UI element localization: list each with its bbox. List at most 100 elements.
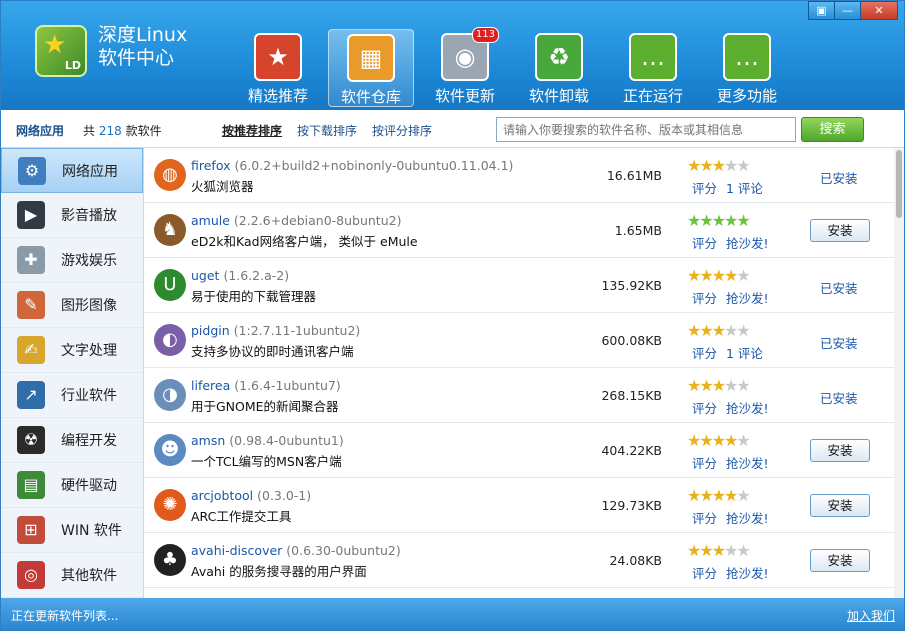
scrollbar-thumb[interactable] xyxy=(896,150,902,218)
sidebar-item-label: 网络应用 xyxy=(62,163,118,180)
sidebar-item-label: 图形图像 xyxy=(61,298,117,314)
app-name-link[interactable]: pidgin (1:2.7.11-1ubuntu2) xyxy=(191,323,360,338)
star-icon: ★ xyxy=(711,321,726,340)
sidebar-item-9[interactable]: ◎ 其他软件 xyxy=(1,553,143,598)
star-icon: ★ xyxy=(711,156,726,175)
sidebar-item-8[interactable]: ⊞ WIN 软件 xyxy=(1,508,143,553)
comment-link[interactable]: 抢沙发! xyxy=(726,453,769,472)
rate-link[interactable]: 评分 xyxy=(692,563,717,582)
rate-link[interactable]: 评分 xyxy=(692,288,717,307)
star-icon: ★ xyxy=(687,541,701,560)
nav-item-2[interactable]: ◉ 113 软件更新 xyxy=(422,27,508,107)
sidebar-item-5[interactable]: ↗ 行业软件 xyxy=(1,373,143,418)
app-name-link[interactable]: firefox (6.0.2+build2+nobinonly-0ubuntu0… xyxy=(191,158,513,173)
app-name-link[interactable]: arcjobtool (0.3.0-1) xyxy=(191,488,311,503)
tux-penguin-icon: ♣ xyxy=(154,544,186,576)
app-name-link[interactable]: avahi-discover (0.6.30-0ubuntu2) xyxy=(191,543,401,558)
comment-link[interactable]: 抢沙发! xyxy=(726,233,769,252)
rate-link[interactable]: 评分 xyxy=(692,453,717,472)
palette-icon: ✎ xyxy=(17,291,45,319)
header: ★ LD 深度Linux 软件中心 ▣ — ✕ ★ 精选推荐 ▦ 软件仓库 ◉ 113 软件更… xyxy=(1,1,904,110)
chart-icon: ↗ xyxy=(17,381,45,409)
join-us-link[interactable]: 加入我们 xyxy=(847,607,895,624)
star-icon: ★ xyxy=(699,376,713,395)
app-description: Avahi 的服务搜寻器的用户界面 xyxy=(191,564,367,579)
app-name-link[interactable]: uget (1.6.2.a-2) xyxy=(191,268,289,283)
sidebar-item-7[interactable]: ▤ 硬件驱动 xyxy=(1,463,143,508)
sidebar-item-6[interactable]: ☢ 编程开发 xyxy=(1,418,143,463)
sidebar-item-label: 影音播放 xyxy=(61,208,117,224)
comment-link[interactable]: 抢沙发! xyxy=(726,398,769,417)
star-icon: ★ xyxy=(711,486,726,505)
app-version: (0.6.30-0ubuntu2) xyxy=(286,543,401,558)
sort-by-recommended-link[interactable]: 按推荐排序 xyxy=(222,122,282,139)
sidebar-item-1[interactable]: ▶ 影音播放 xyxy=(1,193,143,238)
rate-link[interactable]: 评分 xyxy=(692,178,717,197)
sidebar-item-4[interactable]: ✍ 文字处理 xyxy=(1,328,143,373)
comment-link[interactable]: 抢沙发! xyxy=(726,563,769,582)
comment-link[interactable]: 抢沙发! xyxy=(726,508,769,527)
nav-item-3[interactable]: ♻ 软件卸载 xyxy=(516,29,602,107)
restore-button[interactable]: ▣ xyxy=(808,1,835,20)
magnet-icon: U xyxy=(154,269,186,301)
app-name-link[interactable]: liferea (1.6.4-1ubuntu7) xyxy=(191,378,341,393)
list-item: Uuget (1.6.2.a-2) 易于使用的下载管理器 135.92KB ★★★★★… xyxy=(144,258,894,313)
comment-link[interactable]: 1 评论 xyxy=(726,178,763,197)
sidebar-item-label: 硬件驱动 xyxy=(61,478,117,494)
app-logo: ★ LD xyxy=(35,25,87,77)
star-icon: ★ xyxy=(711,376,726,395)
star-icon: ★ xyxy=(687,376,701,395)
scrollbar[interactable] xyxy=(894,148,904,598)
rate-link[interactable]: 评分 xyxy=(692,508,717,527)
comment-link[interactable]: 1 评论 xyxy=(726,343,763,362)
nav-item-1[interactable]: ▦ 软件仓库 xyxy=(328,29,414,107)
app-title: 深度Linux 软件中心 xyxy=(98,24,187,70)
windows-logo-icon: ⊞ xyxy=(17,516,45,544)
app-name-link[interactable]: amsn (0.98.4-0ubuntu1) xyxy=(191,433,344,448)
app-version: (6.0.2+build2+nobinonly-0ubuntu0.11.04.1… xyxy=(234,158,514,173)
install-button[interactable]: 安装 xyxy=(810,439,870,462)
sidebar-item-3[interactable]: ✎ 图形图像 xyxy=(1,283,143,328)
star-icon: ★ xyxy=(736,156,750,175)
star-icon: ★ xyxy=(687,321,701,340)
star-icon: ★ xyxy=(736,211,750,230)
star-icon: ★ xyxy=(711,266,726,285)
rate-link[interactable]: 评分 xyxy=(692,398,717,417)
sidebar-item-label: 文字处理 xyxy=(61,343,117,359)
newspaper-globe-icon: ◑ xyxy=(154,379,186,411)
app-description: 火狐浏览器 xyxy=(191,179,254,194)
nav-item-5[interactable]: … 更多功能 xyxy=(704,29,790,107)
comment-link[interactable]: 抢沙发! xyxy=(726,288,769,307)
install-button[interactable]: 安装 xyxy=(810,494,870,517)
app-size: 135.92KB xyxy=(601,278,662,293)
app-version: (2.2.6+debian0-8ubuntu2) xyxy=(233,213,402,228)
search-button[interactable]: 搜索 xyxy=(801,117,864,142)
minimize-button[interactable]: — xyxy=(834,1,861,20)
rate-link[interactable]: 评分 xyxy=(692,343,717,362)
install-button[interactable]: 安装 xyxy=(810,219,870,242)
rating-stars: ★★★★★ xyxy=(687,433,751,449)
app-size: 1.65MB xyxy=(614,223,662,238)
sidebar-item-0[interactable]: ⚙ 网络应用 xyxy=(1,148,143,193)
install-button[interactable]: 安装 xyxy=(810,549,870,572)
app-name-link[interactable]: amule (2.2.6+debian0-8ubuntu2) xyxy=(191,213,401,228)
app-title-line2: 软件中心 xyxy=(98,47,175,69)
current-category: 网络应用 xyxy=(16,124,65,138)
sort-by-downloads-link[interactable]: 按下载排序 xyxy=(297,122,357,139)
search-input[interactable] xyxy=(496,117,796,142)
rating-stars: ★★★★★ xyxy=(687,486,751,505)
sidebar-item-2[interactable]: ✚ 游戏娱乐 xyxy=(1,238,143,283)
nav-item-0[interactable]: ★ 精选推荐 xyxy=(235,29,321,107)
update-count-badge: 113 xyxy=(471,27,499,43)
chat-bubble-icon: … xyxy=(723,33,771,81)
nav-label: 精选推荐 xyxy=(247,87,308,105)
close-button[interactable]: ✕ xyxy=(860,1,898,20)
star-icon: ★ xyxy=(699,211,713,230)
rate-link[interactable]: 评分 xyxy=(692,233,717,252)
star-icon: ★ xyxy=(699,266,713,285)
app-size: 600.08KB xyxy=(601,333,662,348)
star-icon: ★ xyxy=(724,156,738,175)
star-icon: ★ xyxy=(699,541,713,560)
sort-by-rating-link[interactable]: 按评分排序 xyxy=(372,122,432,139)
nav-item-4[interactable]: … 正在运行 xyxy=(610,29,696,107)
